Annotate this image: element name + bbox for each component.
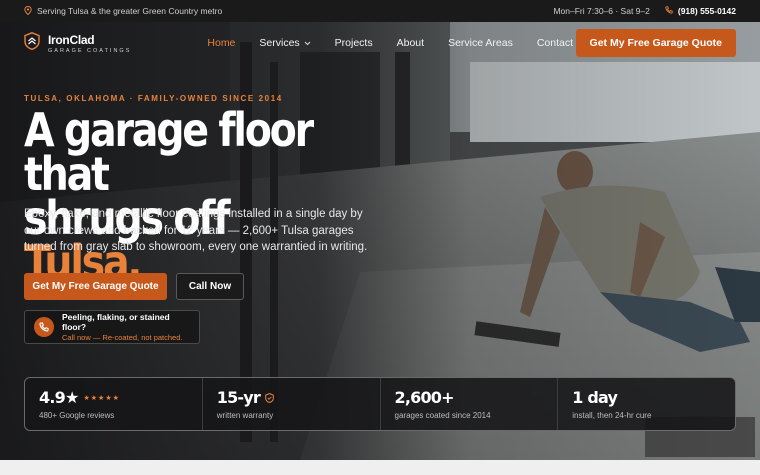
utility-bar: Serving Tulsa & the greater Green Countr… — [0, 0, 760, 22]
stat-rating: 4.9★ ★★★★★ 480+ Google reviews — [25, 378, 203, 430]
headline-line-1: A garage floor that — [24, 103, 314, 201]
nav-item-about[interactable]: About — [397, 37, 424, 49]
topbar-phone-number: (918) 555-0142 — [677, 6, 736, 16]
main-nav: IronClad GARAGE COATINGS Home Services P… — [0, 22, 760, 64]
phone-icon — [665, 6, 673, 16]
next-section-edge — [0, 460, 760, 475]
business-hours: Mon–Fri 7:30–6 · Sat 9–2 — [553, 6, 650, 16]
callout-subtitle: Call now — Re-coated, not patched. — [62, 333, 183, 342]
shield-icon — [265, 388, 274, 407]
hero-description: Epoxy, flake, and metallic floor coating… — [24, 208, 368, 253]
callout-title: Peeling, flaking, or stained floor? — [62, 312, 170, 332]
stat-install-value: 1 day — [572, 388, 618, 407]
service-area-text: Serving Tulsa & the greater Green Countr… — [37, 6, 223, 16]
nav-item-services-label: Services — [259, 37, 300, 49]
logo-tagline: GARAGE COATINGS — [48, 47, 132, 54]
stat-warranty: 15-yr written warranty — [203, 378, 381, 430]
nav-item-contact[interactable]: Contact — [537, 37, 573, 49]
hero-headline: A garage floor that shrugs off Tulsa. — [24, 107, 334, 285]
stat-install: 1 day install, then 24-hr cure — [558, 378, 735, 430]
hero-quote-button[interactable]: Get My Free Garage Quote — [24, 273, 167, 300]
nav-item-projects[interactable]: Projects — [335, 37, 373, 49]
stat-rating-value: 4.9★ — [39, 388, 79, 407]
hero-call-button[interactable]: Call Now — [176, 273, 244, 300]
repair-callout[interactable]: Peeling, flaking, or stained floor? Call… — [24, 310, 200, 344]
map-pin-icon — [24, 5, 32, 17]
shield-logo-icon — [24, 31, 40, 55]
nav-item-service-areas[interactable]: Service Areas — [448, 37, 513, 49]
stat-garages: 2,600+ garages coated since 2014 — [381, 378, 559, 430]
stat-warranty-value: 15-yr — [216, 388, 261, 407]
rating-stars: ★★★★★ — [83, 393, 120, 402]
stats-bar: 4.9★ ★★★★★ 480+ Google reviews 15-yr wri… — [24, 377, 736, 431]
stat-install-label: install, then 24-hr cure — [572, 411, 652, 420]
logo-name: IronClad — [48, 32, 95, 47]
nav-item-services[interactable]: Services — [259, 37, 311, 49]
hero-eyebrow: TULSA, OKLAHOMA · FAMILY-OWNED SINCE 201… — [24, 94, 283, 103]
brand-logo[interactable]: IronClad GARAGE COATINGS — [24, 31, 132, 55]
nav-menu: Home Services Projects About Service Are… — [207, 37, 573, 49]
stat-garages-label: garages coated since 2014 — [394, 411, 491, 420]
stat-rating-label: 480+ Google reviews — [39, 411, 115, 420]
phone-icon — [34, 317, 54, 337]
nav-quote-button[interactable]: Get My Free Garage Quote — [575, 29, 736, 57]
nav-item-home[interactable]: Home — [207, 37, 235, 49]
stat-garages-value: 2,600+ — [394, 388, 455, 407]
chevron-down-icon — [304, 37, 311, 49]
topbar-phone-link[interactable]: (918) 555-0142 — [665, 6, 736, 16]
stat-warranty-label: written warranty — [216, 411, 274, 420]
